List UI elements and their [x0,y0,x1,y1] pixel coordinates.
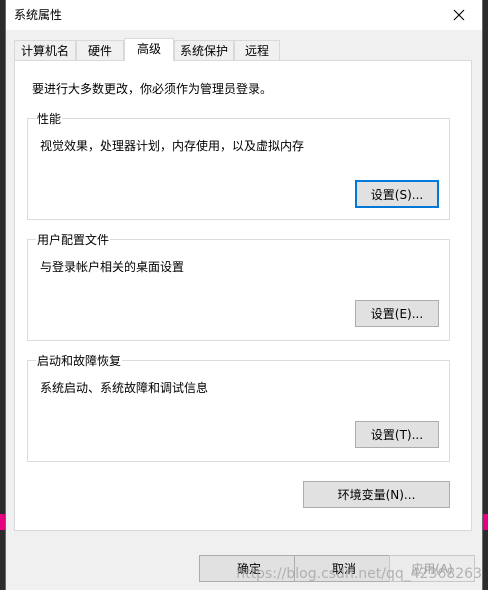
system-properties-dialog: 系统属性 计算机名 硬件 高级 系统保护 远程 要进行大多数更改，你必须作为管理… [6,0,482,590]
user-profiles-settings-button[interactable]: 设置(E)... [355,300,439,327]
environment-variables-button[interactable]: 环境变量(N)... [303,481,450,508]
tab-computer-name[interactable]: 计算机名 [14,40,76,60]
user-profiles-description: 与登录帐户相关的桌面设置 [40,260,185,274]
performance-group-title: 性能 [36,110,63,127]
performance-settings-button[interactable]: 设置(S)... [355,180,439,208]
tab-remote[interactable]: 远程 [234,40,280,60]
startup-recovery-description: 系统启动、系统故障和调试信息 [40,381,209,395]
performance-description: 视觉效果，处理器计划，内存使用，以及虚拟内存 [40,139,305,153]
tab-hardware[interactable]: 硬件 [76,40,124,60]
startup-recovery-group: 启动和故障恢复 系统启动、系统故障和调试信息 设置(T)... [27,352,450,462]
close-icon [453,9,465,21]
startup-recovery-settings-button[interactable]: 设置(T)... [355,421,439,448]
title-bar: 系统属性 [6,0,482,30]
watermark: https://blog.csdn.net/qq_42368263 [236,566,482,582]
window-title: 系统属性 [14,8,63,22]
admin-notice: 要进行大多数更改，你必须作为管理员登录。 [32,82,273,96]
startup-recovery-group-title: 启动和故障恢复 [36,352,123,369]
tab-system-protection[interactable]: 系统保护 [174,40,234,60]
close-button[interactable] [436,0,482,30]
performance-group: 性能 视觉效果，处理器计划，内存使用，以及虚拟内存 设置(S)... [27,110,450,220]
user-profiles-group-title: 用户配置文件 [36,231,111,248]
tab-advanced[interactable]: 高级 [124,38,174,61]
user-profiles-group: 用户配置文件 与登录帐户相关的桌面设置 设置(E)... [27,231,450,341]
